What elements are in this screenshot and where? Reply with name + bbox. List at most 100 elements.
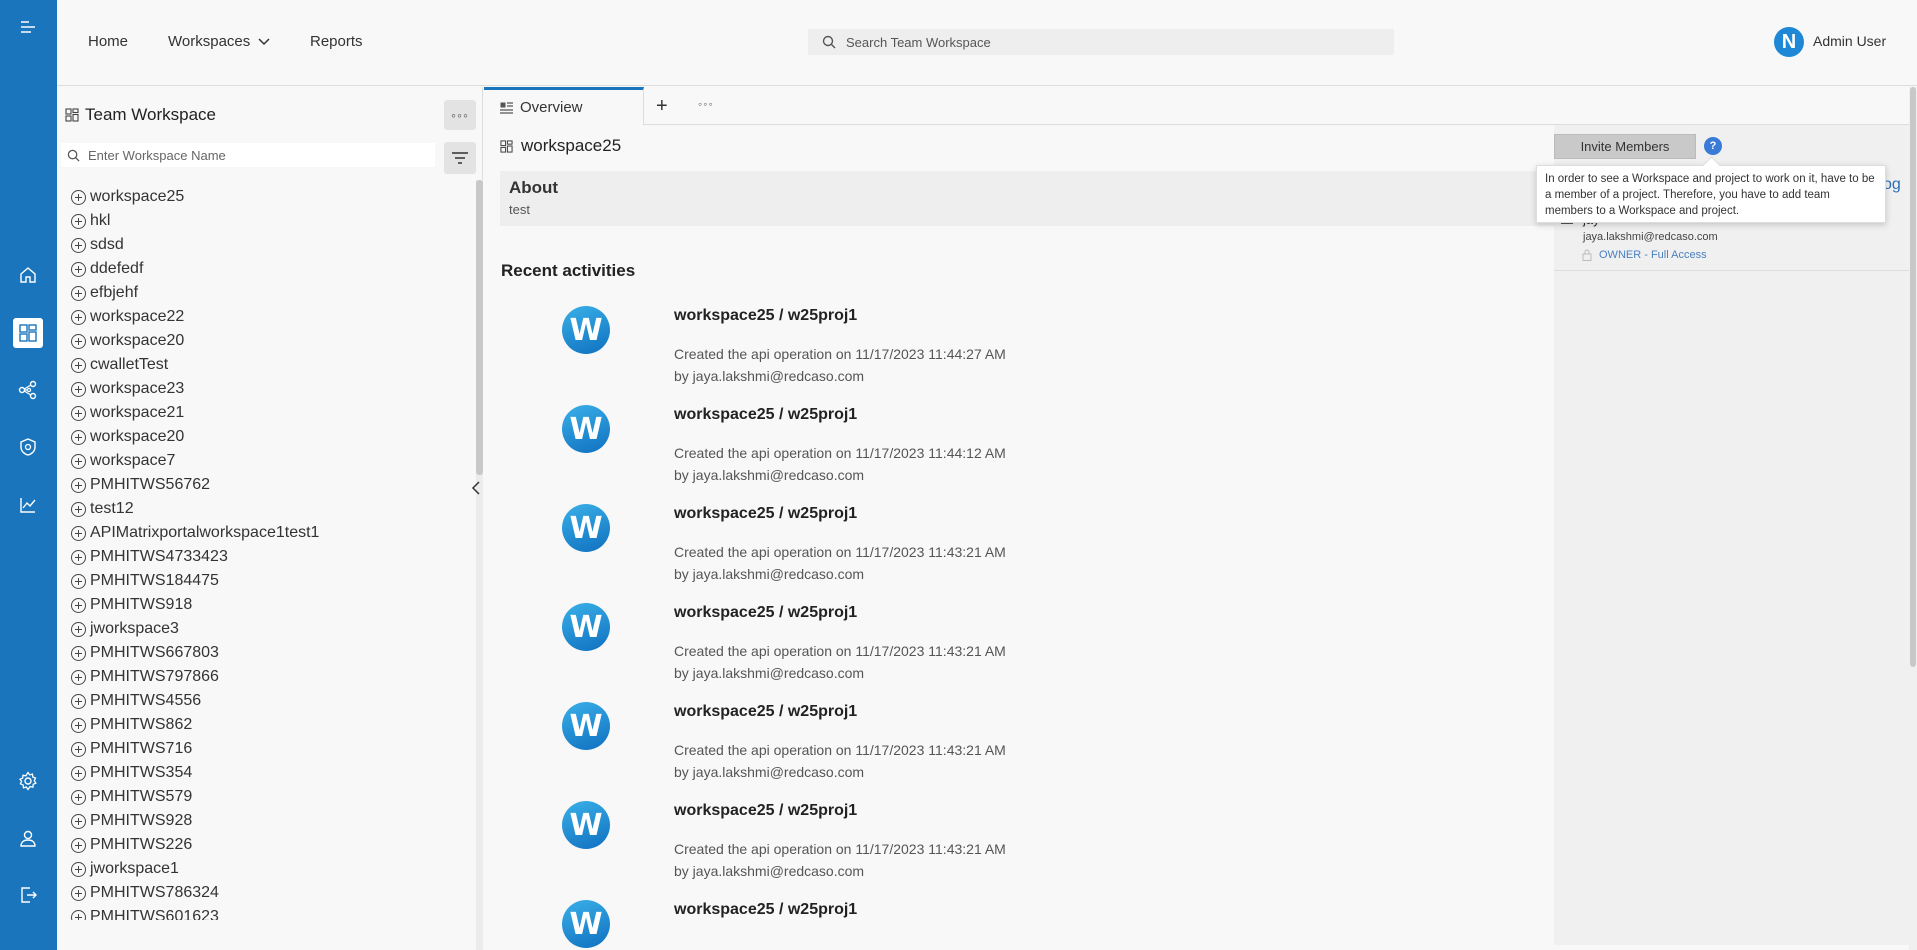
- sidebar-item[interactable]: PMHITWS226: [71, 833, 431, 857]
- sidebar-item[interactable]: workspace20: [71, 425, 431, 449]
- settings-icon[interactable]: [13, 766, 43, 796]
- workspace-search[interactable]: [61, 143, 435, 167]
- sidebar-item[interactable]: workspace25: [71, 185, 431, 209]
- expand-plus-icon[interactable]: [71, 501, 86, 517]
- sidebar-item[interactable]: workspace7: [71, 449, 431, 473]
- expand-plus-icon[interactable]: [71, 189, 86, 205]
- expand-plus-icon[interactable]: [71, 309, 86, 325]
- sidebar-item[interactable]: PMHITWS918: [71, 593, 431, 617]
- member-role[interactable]: OWNER - Full Access: [1599, 249, 1707, 261]
- workspace-icon[interactable]: [13, 318, 43, 348]
- menu-icon[interactable]: [13, 13, 43, 43]
- sidebar-item[interactable]: workspace23: [71, 377, 431, 401]
- activity-title[interactable]: workspace25 / w25proj1: [674, 307, 857, 325]
- expand-plus-icon[interactable]: [71, 597, 86, 613]
- expand-plus-icon[interactable]: [71, 669, 86, 685]
- expand-plus-icon[interactable]: [71, 333, 86, 349]
- filter-button[interactable]: [444, 142, 476, 174]
- sidebar-scrollbar[interactable]: [476, 180, 483, 950]
- chart-icon[interactable]: [13, 490, 43, 520]
- logout-icon[interactable]: [13, 880, 43, 910]
- add-tab-button[interactable]: +: [656, 95, 668, 118]
- expand-plus-icon[interactable]: [71, 405, 86, 421]
- expand-plus-icon[interactable]: [71, 885, 86, 901]
- sidebar-item[interactable]: jworkspace3: [71, 617, 431, 641]
- activity-title[interactable]: workspace25 / w25proj1: [674, 802, 857, 820]
- sidebar-item[interactable]: PMHITWS862: [71, 713, 431, 737]
- expand-plus-icon[interactable]: [71, 813, 86, 829]
- avatar[interactable]: N: [1774, 27, 1804, 57]
- expand-plus-icon[interactable]: [71, 285, 86, 301]
- scrollbar-thumb[interactable]: [1910, 87, 1916, 667]
- expand-plus-icon[interactable]: [71, 357, 86, 373]
- sidebar-item[interactable]: sdsd: [71, 233, 431, 257]
- expand-plus-icon[interactable]: [71, 645, 86, 661]
- user-icon[interactable]: [13, 823, 43, 853]
- expand-plus-icon[interactable]: [71, 909, 86, 920]
- sidebar-item[interactable]: PMHITWS786324: [71, 881, 431, 905]
- expand-plus-icon[interactable]: [71, 525, 86, 541]
- activity-title[interactable]: workspace25 / w25proj1: [674, 406, 857, 424]
- user-name[interactable]: Admin User: [1813, 33, 1886, 49]
- share-nodes-icon[interactable]: [13, 375, 43, 405]
- global-search-input[interactable]: [846, 34, 1366, 50]
- main-scrollbar[interactable]: [1909, 87, 1917, 950]
- sidebar-item[interactable]: APIMatrixportalworkspace1test1: [71, 521, 431, 545]
- expand-plus-icon[interactable]: [71, 861, 86, 877]
- sidebar-item[interactable]: PMHITWS667803: [71, 641, 431, 665]
- expand-plus-icon[interactable]: [71, 573, 86, 589]
- workspace-search-input[interactable]: [88, 147, 418, 163]
- sidebar-item[interactable]: hkl: [71, 209, 431, 233]
- sidebar-item[interactable]: PMHITWS184475: [71, 569, 431, 593]
- sidebar-item[interactable]: jworkspace1: [71, 857, 431, 881]
- expand-plus-icon[interactable]: [71, 837, 86, 853]
- expand-plus-icon[interactable]: [71, 621, 86, 637]
- sidebar-item[interactable]: PMHITWS354: [71, 761, 431, 785]
- expand-plus-icon[interactable]: [71, 477, 86, 493]
- sidebar-item[interactable]: workspace20: [71, 329, 431, 353]
- expand-plus-icon[interactable]: [71, 429, 86, 445]
- nav-reports[interactable]: Reports: [310, 33, 363, 50]
- sidebar-item[interactable]: PMHITWS601623: [71, 905, 431, 920]
- expand-plus-icon[interactable]: [71, 717, 86, 733]
- sidebar-item[interactable]: workspace21: [71, 401, 431, 425]
- invite-members-button[interactable]: Invite Members: [1554, 134, 1696, 159]
- expand-plus-icon[interactable]: [71, 741, 86, 757]
- expand-plus-icon[interactable]: [71, 789, 86, 805]
- nav-home[interactable]: Home: [88, 33, 128, 50]
- activity-title[interactable]: workspace25 / w25proj1: [674, 505, 857, 523]
- nav-workspaces[interactable]: Workspaces: [168, 33, 270, 50]
- sidebar-item[interactable]: PMHITWS716: [71, 737, 431, 761]
- sidebar-item[interactable]: PMHITWS4733423: [71, 545, 431, 569]
- sidebar-item[interactable]: PMHITWS579: [71, 785, 431, 809]
- scrollbar-thumb[interactable]: [476, 180, 483, 475]
- sidebar-item[interactable]: PMHITWS928: [71, 809, 431, 833]
- collapse-sidebar-button[interactable]: [467, 477, 485, 499]
- sidebar-item[interactable]: ddefedf: [71, 257, 431, 281]
- expand-plus-icon[interactable]: [71, 237, 86, 253]
- sidebar-item[interactable]: PMHITWS797866: [71, 665, 431, 689]
- home-icon[interactable]: [13, 260, 43, 290]
- expand-plus-icon[interactable]: [71, 453, 86, 469]
- activity-title[interactable]: workspace25 / w25proj1: [674, 604, 857, 622]
- global-search[interactable]: [808, 29, 1394, 55]
- sidebar-item[interactable]: cwalletTest: [71, 353, 431, 377]
- sidebar-item[interactable]: test12: [71, 497, 431, 521]
- more-options-button[interactable]: ◦◦◦: [444, 100, 476, 130]
- expand-plus-icon[interactable]: [71, 261, 86, 277]
- expand-plus-icon[interactable]: [71, 765, 86, 781]
- expand-plus-icon[interactable]: [71, 693, 86, 709]
- tab-overview[interactable]: Overview: [484, 87, 644, 125]
- activity-title[interactable]: workspace25 / w25proj1: [674, 901, 857, 919]
- sidebar-item[interactable]: PMHITWS4556: [71, 689, 431, 713]
- activity-title[interactable]: workspace25 / w25proj1: [674, 703, 857, 721]
- help-icon[interactable]: ?: [1704, 137, 1722, 155]
- expand-plus-icon[interactable]: [71, 213, 86, 229]
- expand-plus-icon[interactable]: [71, 549, 86, 565]
- expand-plus-icon[interactable]: [71, 381, 86, 397]
- sidebar-item[interactable]: workspace22: [71, 305, 431, 329]
- sidebar-item[interactable]: efbjehf: [71, 281, 431, 305]
- shield-icon[interactable]: [13, 432, 43, 462]
- tab-more-button[interactable]: ◦◦◦: [698, 97, 714, 111]
- sidebar-item[interactable]: PMHITWS56762: [71, 473, 431, 497]
